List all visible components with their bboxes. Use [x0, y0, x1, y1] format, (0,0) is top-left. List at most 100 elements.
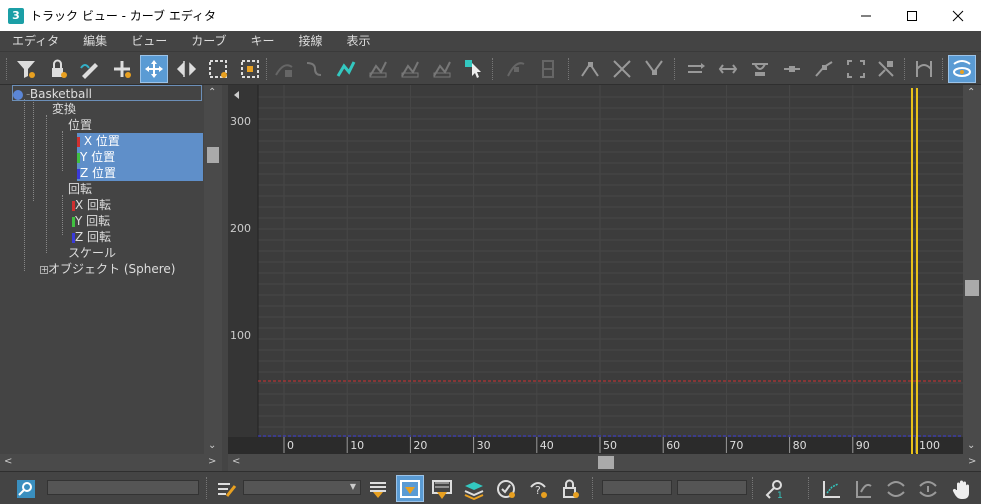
- tree-scroll-thumb[interactable]: [207, 147, 219, 163]
- unify-tangents-button[interactable]: [778, 55, 806, 83]
- zoom-selected-button[interactable]: [12, 475, 40, 502]
- curve-graph[interactable]: 300 200 100 0 10 20 30 40 50 60 70 80 90 100: [228, 85, 963, 454]
- selected-object-field[interactable]: [47, 480, 199, 495]
- move-keys-button[interactable]: [140, 55, 168, 83]
- scroll-left-icon[interactable]: <: [4, 456, 12, 467]
- slide-keys-icon: [176, 61, 197, 77]
- region-tool-button[interactable]: [300, 55, 328, 83]
- tree-item-rotation[interactable]: 回転: [68, 181, 92, 197]
- lock-button[interactable]: [556, 475, 584, 502]
- scale-keys-button[interactable]: [204, 55, 232, 83]
- tree-item-scale[interactable]: スケール: [68, 245, 116, 261]
- scroll-up-icon[interactable]: ⌃: [967, 87, 975, 98]
- lock-tangents-button[interactable]: [270, 55, 298, 83]
- toolbar: [0, 51, 981, 85]
- scale-button[interactable]: [872, 55, 900, 83]
- tangent-step-button[interactable]: [640, 55, 668, 83]
- filter-all-button[interactable]: [428, 475, 456, 502]
- align-button[interactable]: [810, 55, 838, 83]
- scroll-up-icon[interactable]: ⌃: [208, 87, 216, 98]
- scroll-right-icon[interactable]: >: [968, 456, 976, 467]
- select-button[interactable]: [460, 55, 488, 83]
- tangent-fast-button[interactable]: [576, 55, 604, 83]
- region-tool-icon: [306, 62, 322, 76]
- scale-values-button[interactable]: [236, 55, 264, 83]
- tree-item-x-position[interactable]: X 位置: [77, 133, 203, 149]
- move-button[interactable]: [842, 55, 870, 83]
- menu-keys[interactable]: キー: [238, 31, 286, 51]
- menu-edit[interactable]: 編集: [71, 31, 119, 51]
- hand-button[interactable]: [948, 475, 976, 502]
- tree-item-z-rotation[interactable]: Z 回転: [72, 229, 111, 245]
- close-button[interactable]: [935, 0, 981, 31]
- tangent-slow-button[interactable]: [608, 55, 636, 83]
- menu-show[interactable]: 表示: [335, 31, 383, 51]
- curve-graph-canvas[interactable]: 300 200 100 0 10 20 30 40 50 60 70 80 90 100: [228, 85, 963, 454]
- menu-editor[interactable]: エディタ: [0, 31, 71, 51]
- filter-animated-button[interactable]: [396, 475, 424, 502]
- menu-tangents[interactable]: 接線: [287, 31, 335, 51]
- set-keys-button[interactable]: [396, 55, 424, 83]
- normalize-button[interactable]: [910, 55, 938, 83]
- scroll-down-icon[interactable]: ⌄: [967, 440, 975, 451]
- snap-button[interactable]: [428, 55, 456, 83]
- zoom-h-button[interactable]: [882, 475, 910, 502]
- filter-selected-button[interactable]: [364, 475, 392, 502]
- graph-vertical-scrollbar[interactable]: ⌃ ⌄: [963, 85, 981, 454]
- tangent-spline-button[interactable]: [534, 55, 562, 83]
- tree-item-transform[interactable]: 変換: [52, 101, 76, 117]
- isolate-curve-button[interactable]: [332, 55, 360, 83]
- maximize-button[interactable]: [889, 0, 935, 31]
- scroll-down-icon[interactable]: ⌄: [208, 440, 216, 451]
- draw-curves-icon: [80, 63, 98, 79]
- tree-item-object[interactable]: +オブジェクト (Sphere): [40, 261, 175, 277]
- tree-vertical-scrollbar[interactable]: ⌃ ⌄: [204, 85, 222, 454]
- key-frame-field[interactable]: [602, 480, 672, 495]
- tangent-linear-icon: [688, 63, 705, 73]
- key-stats-button[interactable]: 1: [760, 475, 788, 502]
- filter-button[interactable]: [12, 55, 40, 83]
- graph-hscroll-thumb[interactable]: [598, 456, 614, 469]
- key-value-field[interactable]: [677, 480, 747, 495]
- edit-list-button[interactable]: [212, 475, 240, 502]
- graph-horizontal-scrollbar[interactable]: < >: [228, 454, 981, 471]
- tree-item-x-rotation[interactable]: X 回転: [72, 197, 111, 213]
- menu-view[interactable]: ビュー: [119, 31, 179, 51]
- filter-dropdown[interactable]: ▼: [243, 480, 361, 495]
- menu-curves[interactable]: カーブ: [179, 31, 238, 51]
- tangent-linear-button[interactable]: [682, 55, 710, 83]
- tangent-fast-icon: [581, 62, 599, 77]
- tangent-smooth-button[interactable]: [714, 55, 742, 83]
- tree-item-y-position[interactable]: Y 位置: [77, 149, 203, 165]
- minimize-button[interactable]: [843, 0, 889, 31]
- graph-vscroll-thumb[interactable]: [965, 280, 979, 296]
- show-unlocked-button[interactable]: ?: [524, 475, 552, 502]
- tangent-smooth-icon: [718, 64, 738, 74]
- scroll-left-icon[interactable]: <: [232, 456, 240, 467]
- pan-button[interactable]: [850, 475, 878, 502]
- zoom-v-button[interactable]: [914, 475, 942, 502]
- show-keyable-button[interactable]: [492, 475, 520, 502]
- tree-horizontal-scrollbar[interactable]: < >: [0, 454, 222, 471]
- scroll-right-icon[interactable]: >: [208, 456, 216, 467]
- tree-item-y-rotation[interactable]: Y 回転: [72, 213, 110, 229]
- tangent-auto-button[interactable]: [502, 55, 530, 83]
- tree-item-basketball[interactable]: -Basketball: [12, 85, 202, 101]
- show-keyable-icon: [497, 479, 515, 498]
- show-tangents-button[interactable]: [364, 55, 392, 83]
- graph-axis-icon: [823, 480, 840, 498]
- graph-axis-button[interactable]: [818, 475, 846, 502]
- expand-icon[interactable]: +: [40, 265, 48, 274]
- lock-selection-button[interactable]: [44, 55, 72, 83]
- layers-button[interactable]: [460, 475, 488, 502]
- view-options-button[interactable]: [948, 55, 976, 83]
- tree-item-position[interactable]: 位置: [68, 117, 92, 133]
- slide-keys-button[interactable]: [172, 55, 200, 83]
- tangent-slow-icon: [613, 60, 631, 78]
- draw-curves-button[interactable]: [76, 55, 104, 83]
- break-tangents-button[interactable]: [746, 55, 774, 83]
- x-tick-label: 60: [666, 439, 680, 452]
- add-key-button[interactable]: [108, 55, 136, 83]
- tree-item-z-position[interactable]: Z 位置: [77, 165, 203, 181]
- x-tick-label: 90: [856, 439, 870, 452]
